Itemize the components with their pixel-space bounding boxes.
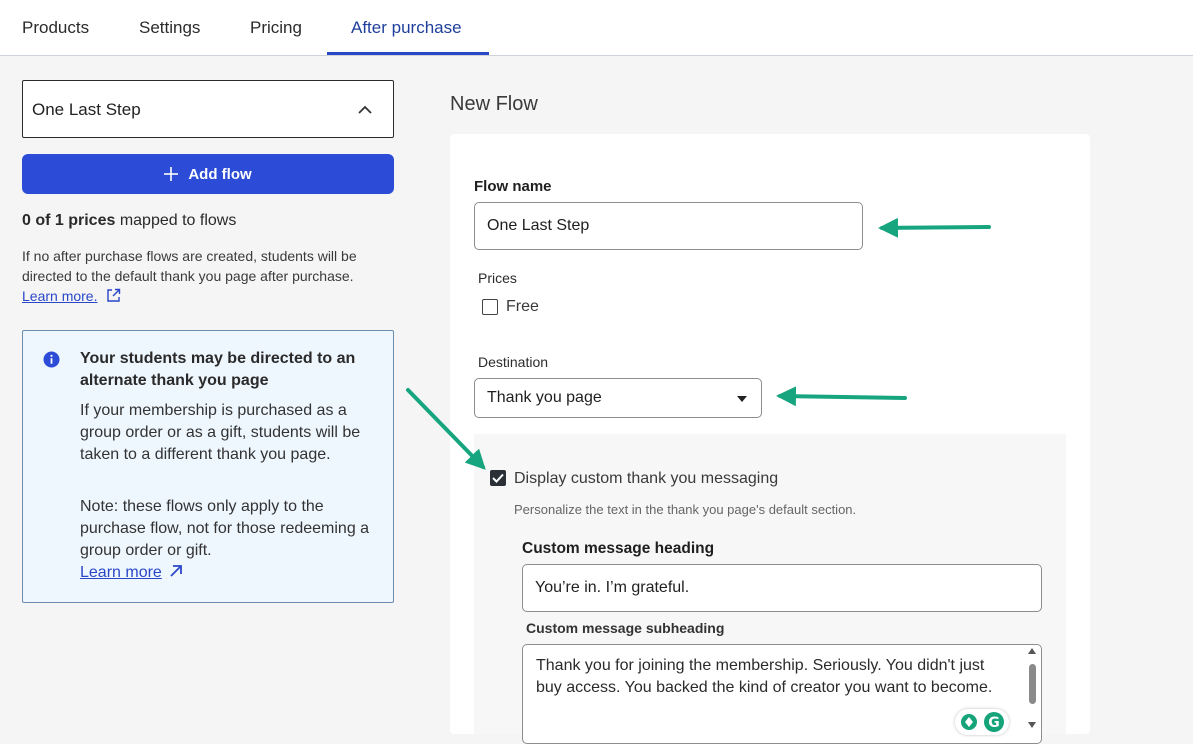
svg-text:G: G bbox=[988, 715, 1000, 731]
arrow-up-right-icon[interactable] bbox=[169, 564, 183, 578]
external-link-icon[interactable] bbox=[106, 288, 121, 303]
mapped-suffix: mapped to flows bbox=[119, 212, 237, 229]
plus-icon bbox=[164, 167, 179, 181]
flow-select[interactable]: One Last Step bbox=[22, 80, 394, 138]
tab-after-purchase[interactable]: After purchase bbox=[351, 0, 462, 56]
alternate-thank-you-notice: Your students may be directed to an alte… bbox=[22, 330, 394, 603]
checkmark-icon bbox=[492, 473, 504, 483]
destination-value: Thank you page bbox=[487, 389, 602, 406]
add-flow-label: Add flow bbox=[188, 165, 252, 183]
form-heading: New Flow bbox=[450, 93, 538, 115]
notice-body: If your membership is purchased as a gro… bbox=[80, 402, 361, 463]
custom-heading-input[interactable]: You’re in. I’m grateful. bbox=[522, 564, 1042, 612]
notice-note-text: Note: these flows only apply to the purc… bbox=[80, 498, 370, 559]
notice-learn-more-link[interactable]: Learn more bbox=[80, 564, 162, 581]
price-free-label: Free bbox=[506, 298, 539, 315]
flow-select-value: One Last Step bbox=[32, 100, 141, 119]
grammarly-widget[interactable]: G bbox=[955, 709, 1009, 735]
custom-subheading-label: Custom message subheading bbox=[526, 620, 725, 636]
caret-down-icon bbox=[737, 396, 747, 402]
destination-select[interactable]: Thank you page bbox=[474, 378, 762, 418]
mapped-count: 0 of 1 prices bbox=[22, 212, 116, 229]
tab-settings[interactable]: Settings bbox=[139, 0, 200, 56]
notice-title: Your students may be directed to an alte… bbox=[80, 350, 356, 389]
tab-pricing[interactable]: Pricing bbox=[250, 0, 302, 56]
tab-products[interactable]: Products bbox=[22, 0, 89, 56]
custom-message-help: Personalize the text in the thank you pa… bbox=[514, 502, 857, 517]
active-tab-indicator bbox=[327, 52, 489, 55]
default-flow-help: If no after purchase flows are created, … bbox=[22, 246, 394, 306]
help-text: If no after purchase flows are created, … bbox=[22, 248, 357, 284]
destination-label: Destination bbox=[478, 354, 549, 370]
price-free-checkbox[interactable] bbox=[482, 299, 498, 315]
add-flow-button[interactable]: Add flow bbox=[22, 154, 394, 194]
grammarly-icon: G bbox=[961, 712, 1004, 732]
custom-heading-label: Custom message heading bbox=[522, 540, 715, 557]
prices-label: Prices bbox=[478, 270, 517, 286]
custom-message-checkbox-label: Display custom thank you messaging bbox=[514, 470, 779, 487]
tab-bar: Products Settings Pricing After purchase bbox=[0, 0, 1193, 56]
scrollbar-thumb[interactable] bbox=[1029, 664, 1036, 704]
notice-note: Note: these flows only apply to the purc… bbox=[80, 496, 380, 584]
chevron-up-icon bbox=[358, 105, 372, 114]
flow-name-label: Flow name bbox=[474, 178, 552, 195]
learn-more-link[interactable]: Learn more. bbox=[22, 288, 97, 304]
mapped-prices-summary: 0 of 1 prices mapped to flows bbox=[22, 212, 236, 230]
info-icon bbox=[43, 351, 60, 368]
custom-message-checkbox[interactable] bbox=[490, 470, 506, 486]
flow-name-input[interactable]: One Last Step bbox=[474, 202, 863, 250]
